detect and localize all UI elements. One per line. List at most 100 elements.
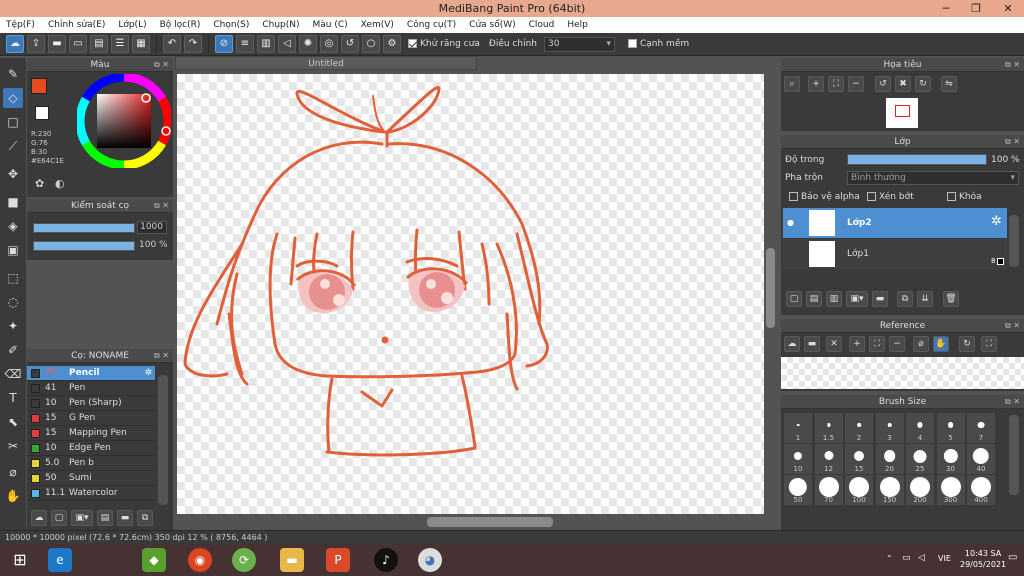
protect-alpha-check-icon[interactable] — [789, 192, 798, 201]
visibility-eye-icon[interactable]: ● — [787, 218, 794, 227]
notification-icon[interactable]: ▭ — [1008, 552, 1017, 563]
comment-icon[interactable]: ▬ — [48, 35, 66, 53]
brush-size-cell[interactable]: 7 — [967, 413, 995, 443]
list-icon[interactable]: ☰ — [111, 35, 129, 53]
brush-opacity-slider[interactable] — [33, 241, 135, 251]
reference-hand-icon[interactable]: ✋ — [933, 336, 949, 352]
antialias-checkbox[interactable]: Khử răng cưa — [408, 39, 480, 49]
brush-size-scrollbar[interactable] — [1009, 415, 1019, 495]
brush-size-cell[interactable]: 3 — [875, 413, 904, 443]
brush-size-cell[interactable]: 1 — [784, 413, 812, 443]
brush-size-slider[interactable] — [33, 223, 135, 233]
circle-snap-icon[interactable]: ○ — [362, 35, 380, 53]
layer-folder-icon[interactable]: ▬ — [872, 291, 888, 307]
hand-tool-icon[interactable]: ✋ — [3, 486, 23, 506]
lasso-tool-icon[interactable]: ◌ — [3, 292, 23, 312]
bluestacks-icon[interactable]: ◆ — [142, 548, 166, 572]
brush-size-cell[interactable]: 12 — [814, 444, 843, 474]
volume-icon[interactable]: ◁ — [918, 553, 925, 563]
reference-close-icon[interactable]: ✕ — [826, 336, 842, 352]
export-icon[interactable]: ⇪ — [27, 35, 45, 53]
grid-icon[interactable]: ▦ — [132, 35, 150, 53]
maximize-button[interactable]: ❐ — [962, 0, 990, 17]
menu-layer[interactable]: Lớp(L) — [118, 20, 146, 30]
brush-size-cell[interactable]: 30 — [936, 444, 965, 474]
reference-zoom-out-icon[interactable]: − — [889, 336, 905, 352]
brush-size-cell[interactable]: 150 — [875, 475, 904, 505]
settings-icon[interactable]: ⚙ — [383, 35, 401, 53]
tray-arrow-icon[interactable]: ⌃ — [886, 554, 893, 563]
drawing-canvas[interactable] — [177, 74, 764, 514]
brush-item[interactable]: 41 Pen — [27, 381, 155, 396]
blend-mode-dropdown[interactable]: Bình thường ▾ — [847, 171, 1019, 185]
reference-fit-icon[interactable]: ⛶ — [869, 336, 885, 352]
reference-fullscreen-icon[interactable]: ⛶ — [981, 336, 997, 352]
language-indicator[interactable]: VIE — [938, 554, 951, 563]
radial-snap-icon[interactable]: ✺ — [299, 35, 317, 53]
layers-scrollbar[interactable] — [1009, 215, 1019, 267]
color-history-icon[interactable]: ◐ — [55, 177, 69, 191]
text-tool-icon[interactable]: T — [3, 388, 23, 408]
duplicate-layer-icon[interactable]: ⧉ — [897, 291, 913, 307]
palette-icon[interactable]: ✿ — [35, 177, 49, 191]
curve-snap-icon[interactable]: ↺ — [341, 35, 359, 53]
menu-filter[interactable]: Bộ lọc(R) — [160, 20, 201, 30]
cloud-icon[interactable]: ☁ — [6, 35, 24, 53]
magic-wand-tool-icon[interactable]: ✦ — [3, 316, 23, 336]
redo-icon[interactable]: ↷ — [184, 35, 202, 53]
brush-folder-icon[interactable]: ▬ — [117, 510, 133, 526]
brush-tool-icon[interactable]: ✎ — [3, 64, 23, 84]
lock-check-icon[interactable] — [947, 192, 956, 201]
eyedropper-tool-icon[interactable]: ⌀ — [3, 462, 23, 482]
brush-settings-icon[interactable]: ▤ — [97, 510, 113, 526]
rotate-right-icon[interactable]: ↻ — [915, 76, 931, 92]
menu-snap[interactable]: Chụp(N) — [262, 20, 299, 30]
layer-row[interactable]: ● Lớp2 ✲ — [783, 208, 1007, 238]
brush-size-cell[interactable]: 25 — [906, 444, 934, 474]
menu-window[interactable]: Cửa sổ(W) — [469, 20, 515, 30]
brush-size-cell[interactable]: 400 — [967, 475, 995, 505]
zoom-icon[interactable]: ⌕ — [784, 76, 800, 92]
minimize-button[interactable]: ─ — [932, 0, 960, 17]
brush-size-cell[interactable]: 70 — [814, 475, 843, 505]
move-tool-icon[interactable]: ✥ — [3, 164, 23, 184]
reference-zoom-in-icon[interactable]: + — [849, 336, 865, 352]
document-icon[interactable]: ▤ — [90, 35, 108, 53]
menu-file[interactable]: Tệp(F) — [6, 20, 35, 30]
eraser-tool-icon[interactable]: ◇ — [3, 88, 23, 108]
cloud-brush-icon[interactable]: ☁ — [31, 510, 47, 526]
brush-size-cell[interactable]: 1.5 — [814, 413, 843, 443]
chrome-icon[interactable]: ◉ — [188, 548, 212, 572]
edge-browser-icon[interactable]: e — [48, 548, 72, 572]
select-pen-tool-icon[interactable]: ✐ — [3, 340, 23, 360]
layer-settings-icon[interactable]: ✲ — [991, 214, 1002, 229]
cross-snap-icon[interactable]: ▥ — [257, 35, 275, 53]
bucket-tool-icon[interactable]: ◈ — [3, 216, 23, 236]
tiktok-icon[interactable]: ♪ — [374, 548, 398, 572]
brush-item[interactable]: 15 G Pen — [27, 411, 155, 426]
menu-color[interactable]: Màu (C) — [313, 20, 348, 30]
lock-checkbox[interactable]: Khóa — [947, 192, 982, 202]
brush-item[interactable]: 15 Mapping Pen — [27, 426, 155, 441]
menu-cloud[interactable]: Cloud — [529, 20, 555, 30]
concentric-snap-icon[interactable]: ◎ — [320, 35, 338, 53]
brush-size-cell[interactable]: 15 — [845, 444, 873, 474]
soft-edge-checkbox[interactable]: Cạnh mềm — [627, 39, 689, 49]
new-8bit-layer-icon[interactable]: ▥ — [826, 291, 842, 307]
layer-opacity-slider[interactable] — [847, 154, 987, 165]
brush-size-cell[interactable]: 300 — [936, 475, 965, 505]
navigator-thumbnail[interactable] — [886, 98, 918, 128]
brush-size-value[interactable]: 1000 — [137, 221, 167, 234]
windows-start-icon[interactable]: ⊞ — [8, 548, 32, 572]
brush-size-cell[interactable]: 20 — [875, 444, 904, 474]
close-button[interactable]: ✕ — [992, 0, 1024, 17]
brush-size-cell[interactable]: 10 — [784, 444, 812, 474]
brush-item[interactable]: 10 Pen (Sharp) — [27, 396, 155, 411]
dot-tool-icon[interactable]: □ — [3, 112, 23, 132]
reference-eyedropper-icon[interactable]: ⌀ — [913, 336, 929, 352]
brush-item[interactable]: 5.0 Pen b — [27, 456, 155, 471]
fill-rect-tool-icon[interactable]: ■ — [3, 192, 23, 212]
clipping-checkbox[interactable]: Xén bớt — [867, 192, 914, 202]
file-explorer-icon[interactable]: ▬ — [280, 548, 304, 572]
add-layer-menu-icon[interactable]: ▣▾ — [846, 291, 868, 307]
